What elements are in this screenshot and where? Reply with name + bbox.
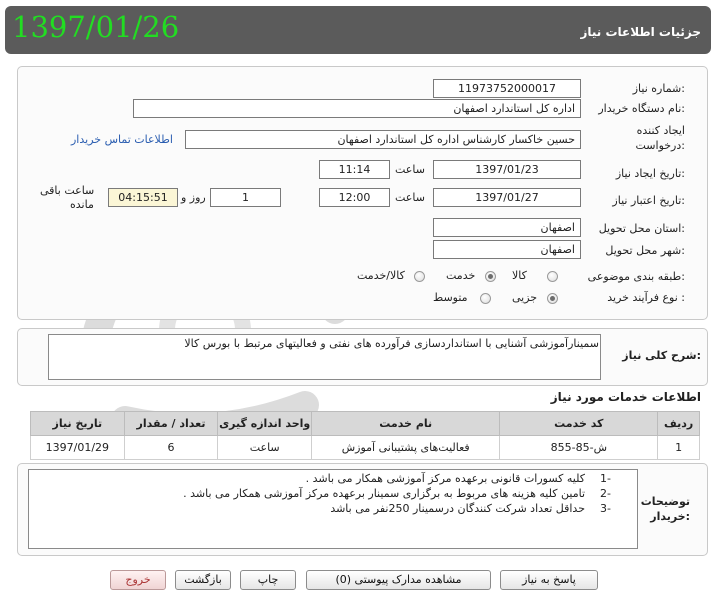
col-qty: تعداد / مقدار	[123, 411, 219, 436]
remaining-time-field: 04:15:51	[108, 188, 178, 207]
services-table: تاریخ نیاز تعداد / مقدار واحد اندازه گیر…	[30, 411, 700, 460]
category-radio-goods-service[interactable]	[414, 271, 425, 282]
created-date-field: 1397/01/23	[433, 160, 581, 179]
city-label: شهر محل تحویل:	[605, 244, 685, 257]
cell-unit: ساعت	[217, 435, 313, 460]
category-radio-service[interactable]	[485, 271, 496, 282]
notes-label-1: توضیحات	[640, 495, 690, 508]
col-unit: واحد اندازه گیری	[217, 411, 313, 436]
col-row: ردیف	[657, 411, 700, 436]
creator-field: حسین خاکسار کارشناس اداره کل استاندارد ا…	[185, 130, 581, 149]
col-service-name: نام خدمت	[311, 411, 501, 436]
days-label: روز و	[181, 191, 206, 204]
view-attachments-button[interactable]: مشاهده مدارک پیوستی (0)	[306, 570, 491, 590]
need-number-label: شماره نیاز:	[632, 82, 685, 95]
print-button[interactable]: چاپ	[240, 570, 296, 590]
category-option-service-label: خدمت	[446, 269, 476, 282]
city-field: اصفهان	[433, 240, 581, 259]
remaining-label-2: مانده	[70, 198, 94, 211]
note-item: تامین کلیه هزینه های مربوط به برگزاری سم…	[183, 487, 585, 500]
description-text: سمینارآموزشی آشنایی با استانداردسازی فرآ…	[184, 337, 599, 350]
note-number: 2-	[600, 487, 611, 500]
note-item: کلیه کسورات قانونی برعهده مرکز آموزشی هم…	[305, 472, 585, 485]
process-label: نوع فرآیند خرید :	[607, 291, 685, 304]
process-option-minor-label: جزیی	[512, 291, 538, 304]
cell-service-code: ش-85-855	[499, 435, 659, 460]
province-field: اصفهان	[433, 218, 581, 237]
process-option-medium-label: متوسط	[433, 291, 468, 304]
note-number: 1-	[600, 472, 611, 485]
created-time-label: ساعت	[395, 163, 425, 176]
validity-time-field: 12:00	[319, 188, 390, 207]
cell-row: 1	[657, 435, 700, 460]
description-label: شرح کلی نیاز:	[622, 349, 701, 362]
buyer-label: نام دستگاه خریدار:	[598, 102, 685, 115]
category-option-goods-label: کالا	[512, 269, 527, 282]
buyer-contact-link[interactable]: اطلاعات تماس خریدار	[71, 133, 173, 146]
province-label: استان محل تحویل:	[598, 222, 685, 235]
remaining-days-field: 1	[210, 188, 281, 207]
creator-label-2: درخواست:	[635, 139, 686, 152]
remaining-label-1: ساعت باقی	[40, 184, 95, 197]
services-table-header: تاریخ نیاز تعداد / مقدار واحد اندازه گیر…	[30, 411, 700, 436]
buyer-field: اداره کل استاندارد اصفهان	[133, 99, 581, 118]
exit-button[interactable]: خروج	[110, 570, 166, 590]
process-radio-minor[interactable]	[547, 293, 558, 304]
category-label: طبقه بندی موضوعی:	[587, 270, 685, 283]
validity-date-field: 1397/01/27	[433, 188, 581, 207]
cell-service-name: فعالیت‌های پشتیبانی آموزش	[311, 435, 501, 460]
back-button[interactable]: بازگشت	[175, 570, 231, 590]
process-radio-medium[interactable]	[480, 293, 491, 304]
services-title: اطلاعات خدمات مورد نیاز	[550, 390, 701, 404]
col-service-code: کد خدمت	[499, 411, 659, 436]
validity-time-label: ساعت	[395, 191, 425, 204]
category-radio-goods[interactable]	[547, 271, 558, 282]
reply-button[interactable]: پاسخ به نیاز	[500, 570, 598, 590]
date-stamp: 1397/01/26	[12, 10, 180, 44]
created-time-field: 11:14	[319, 160, 390, 179]
note-item: حداقل تعداد شرکت کنندگان درسمینار 250نفر…	[330, 502, 585, 515]
header-title: جزئیات اطلاعات نیاز	[580, 25, 701, 39]
validity-date-label: تاریخ اعتبار نیاز:	[612, 194, 685, 207]
col-date: تاریخ نیاز	[30, 411, 125, 436]
cell-date: 1397/01/29	[30, 435, 125, 460]
need-number-field: 1197375200001​7	[433, 79, 581, 98]
notes-label-2: خریدار:	[650, 510, 690, 523]
creator-label-1: ایجاد کننده	[636, 124, 685, 137]
cell-qty: 6	[123, 435, 219, 460]
category-option-both-label: کالا/خدمت	[357, 269, 405, 282]
table-row: 1397/01/29 6 ساعت فعالیت‌های پشتیبانی آم…	[30, 435, 700, 460]
note-number: 3-	[600, 502, 611, 515]
created-date-label: تاریخ ایجاد نیاز:	[615, 167, 685, 180]
